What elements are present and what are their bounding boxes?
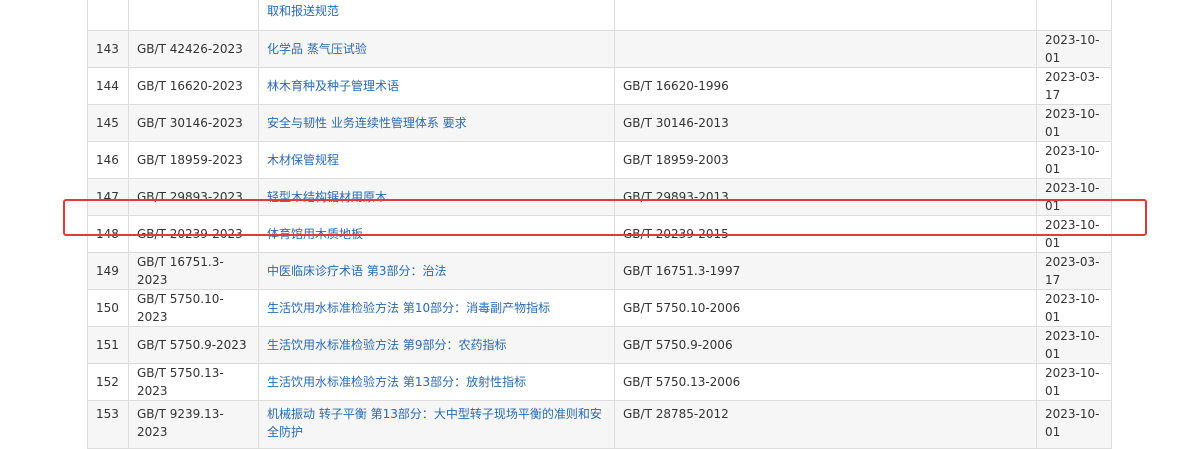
replaced-standard: GB/T 16620-1996	[614, 67, 1037, 105]
standard-code: GB/T 18959-2023	[128, 141, 259, 179]
effective-date: 2023-10-01	[1036, 30, 1112, 68]
row-number	[87, 0, 129, 31]
standard-name-link[interactable]: 化学品 蒸气压试验	[258, 30, 615, 68]
table-row: 152 GB/T 5750.13-2023 生活饮用水标准检验方法 第13部分：放射…	[87, 363, 1112, 401]
standard-code: GB/T 5750.10-2023	[128, 289, 259, 327]
table-row: 153 GB/T 9239.13-2023 机械振动 转子平衡 第13部分：大中型转…	[87, 400, 1112, 449]
row-number: 152	[87, 363, 129, 401]
standard-name-link[interactable]: 安全与韧性 业务连续性管理体系 要求	[258, 104, 615, 142]
replaced-standard: GB/T 18959-2003	[614, 141, 1037, 179]
table-row: 145 GB/T 30146-2023 安全与韧性 业务连续性管理体系 要求 GB/T…	[87, 104, 1112, 142]
row-number: 145	[87, 104, 129, 142]
standard-code	[128, 0, 259, 31]
effective-date: 2023-03-17	[1036, 67, 1112, 105]
table-row: 144 GB/T 16620-2023 林木育种及种子管理术语 GB/T 16620-…	[87, 67, 1112, 105]
standard-code: GB/T 42426-2023	[128, 30, 259, 68]
standard-code: GB/T 16620-2023	[128, 67, 259, 105]
replaced-standard: GB/T 5750.10-2006	[614, 289, 1037, 327]
replaced-standard: GB/T 28785-2012	[614, 400, 1037, 449]
effective-date: 2023-10-01	[1036, 104, 1112, 142]
standard-name-link[interactable]: 生活饮用水标准检验方法 第10部分：消毒副产物指标	[258, 289, 615, 327]
replaced-standard: GB/T 5750.13-2006	[614, 363, 1037, 401]
replaced-standard: GB/T 30146-2013	[614, 104, 1037, 142]
replaced-standard: GB/T 5750.9-2006	[614, 326, 1037, 364]
standard-name-link[interactable]: 机械振动 转子平衡 第13部分：大中型转子现场平衡的准则和安全防护	[258, 400, 615, 449]
standard-name-link[interactable]: 木材保管规程	[258, 141, 615, 179]
standard-code: GB/T 9239.13-2023	[128, 400, 259, 449]
replaced-standard	[614, 0, 1037, 31]
standard-code: GB/T 30146-2023	[128, 104, 259, 142]
row-number: 146	[87, 141, 129, 179]
standard-code: GB/T 5750.9-2023	[128, 326, 259, 364]
row-number: 150	[87, 289, 129, 327]
row-number: 151	[87, 326, 129, 364]
effective-date: 2023-10-01	[1036, 400, 1112, 449]
table-row: 149 GB/T 16751.3-2023 中医临床诊疗术语 第3部分：治法 GB/T…	[87, 252, 1112, 290]
effective-date	[1036, 0, 1112, 31]
standard-name-link[interactable]: 中医临床诊疗术语 第3部分：治法	[258, 252, 615, 290]
effective-date: 2023-10-01	[1036, 289, 1112, 327]
table-row: 151 GB/T 5750.9-2023 生活饮用水标准检验方法 第9部分：农药指标…	[87, 326, 1112, 364]
standard-code: GB/T 16751.3-2023	[128, 252, 259, 290]
effective-date: 2023-10-01	[1036, 141, 1112, 179]
row-number: 153	[87, 400, 129, 449]
effective-date: 2023-10-01	[1036, 363, 1112, 401]
highlight-box	[63, 199, 1147, 236]
standard-code: GB/T 5750.13-2023	[128, 363, 259, 401]
effective-date: 2023-03-17	[1036, 252, 1112, 290]
table-row: 143 GB/T 42426-2023 化学品 蒸气压试验 2023-10-01	[87, 30, 1112, 68]
row-number: 144	[87, 67, 129, 105]
standard-name-link[interactable]: 生活饮用水标准检验方法 第13部分：放射性指标	[258, 363, 615, 401]
row-number: 143	[87, 30, 129, 68]
table-row: 取和报送规范	[87, 0, 1112, 31]
standard-name-link[interactable]: 林木育种及种子管理术语	[258, 67, 615, 105]
table-row: 150 GB/T 5750.10-2023 生活饮用水标准检验方法 第10部分：消毒…	[87, 289, 1112, 327]
standard-name-link[interactable]: 取和报送规范	[258, 0, 615, 31]
replaced-standard	[614, 30, 1037, 68]
replaced-standard: GB/T 16751.3-1997	[614, 252, 1037, 290]
standard-name-link[interactable]: 生活饮用水标准检验方法 第9部分：农药指标	[258, 326, 615, 364]
table-row: 146 GB/T 18959-2023 木材保管规程 GB/T 18959-2003 2…	[87, 141, 1112, 179]
row-number: 149	[87, 252, 129, 290]
effective-date: 2023-10-01	[1036, 326, 1112, 364]
